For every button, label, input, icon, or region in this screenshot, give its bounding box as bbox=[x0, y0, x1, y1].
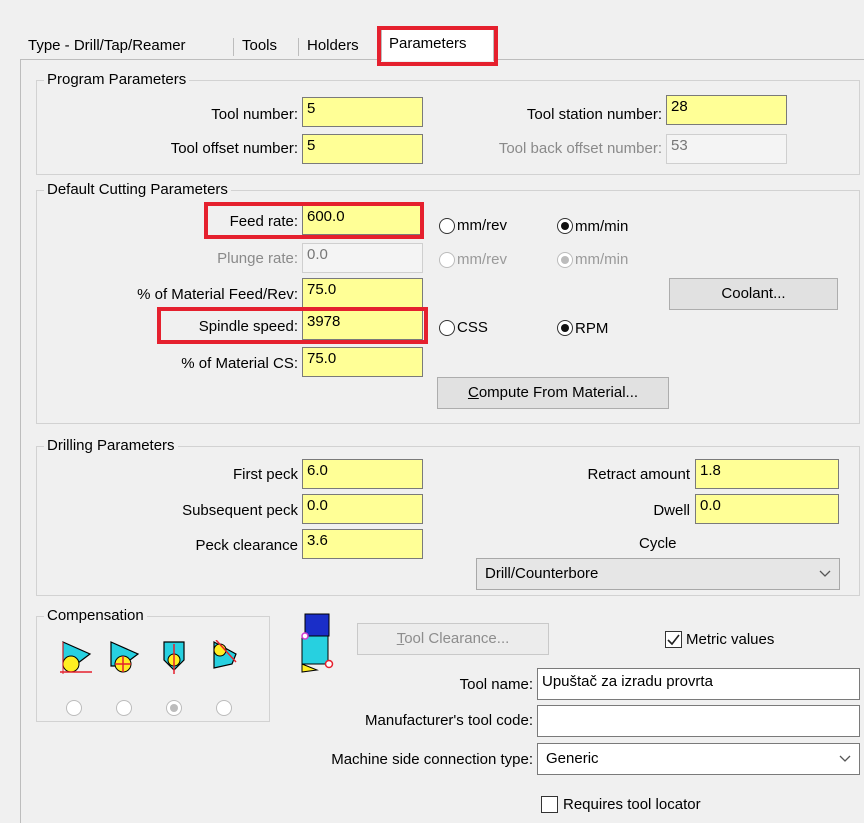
first-peck-label: First peck bbox=[232, 466, 298, 483]
compensation-center-icon bbox=[108, 640, 142, 678]
mmrev-label: mm/rev bbox=[457, 217, 507, 234]
tab-type[interactable]: Type - Drill/Tap/Reamer bbox=[28, 34, 186, 60]
peck-clearance-field[interactable]: 3.6 bbox=[302, 529, 423, 559]
cycle-label: Cycle bbox=[639, 535, 677, 552]
material-cs-field[interactable]: 75.0 bbox=[302, 347, 423, 377]
tool-number-field[interactable]: 5 bbox=[302, 97, 423, 127]
compensation-right-icon bbox=[206, 639, 240, 678]
highlight-spindle-speed bbox=[157, 307, 428, 344]
mmmin-label: mm/min bbox=[575, 218, 629, 235]
tool-preview-icon bbox=[299, 612, 335, 678]
plunge-mmmin-radio bbox=[557, 252, 573, 268]
tool-station-label: Tool station number: bbox=[526, 106, 662, 123]
compensation-right-radio[interactable] bbox=[216, 700, 232, 716]
manufacturer-code-field[interactable] bbox=[537, 705, 860, 737]
left-edge bbox=[20, 59, 21, 823]
subsequent-peck-field[interactable]: 0.0 bbox=[302, 494, 423, 524]
cutting-parameters-title: Default Cutting Parameters bbox=[44, 182, 231, 198]
tool-offset-field[interactable]: 5 bbox=[302, 134, 423, 164]
tool-number-label: Tool number: bbox=[211, 106, 298, 123]
back-offset-label: Tool back offset number: bbox=[498, 140, 662, 157]
retract-amount-label: Retract amount bbox=[587, 466, 690, 483]
back-offset-field: 53 bbox=[666, 134, 787, 164]
cycle-dropdown[interactable]: Drill/Counterbore bbox=[476, 558, 840, 590]
subsequent-peck-label: Subsequent peck bbox=[182, 502, 298, 519]
compensation-left-radio[interactable] bbox=[66, 700, 82, 716]
compensation-title: Compensation bbox=[44, 608, 147, 624]
compute-label: ompute From Material... bbox=[478, 384, 639, 401]
chevron-down-icon bbox=[819, 559, 831, 600]
first-peck-field[interactable]: 6.0 bbox=[302, 459, 423, 489]
mmrev-radio[interactable] bbox=[439, 218, 455, 234]
compensation-left-icon bbox=[60, 640, 94, 678]
tool-station-field[interactable]: 28 bbox=[666, 95, 787, 125]
manufacturer-code-label: Manufacturer's tool code: bbox=[365, 712, 533, 729]
drilling-parameters-title: Drilling Parameters bbox=[44, 438, 178, 454]
plunge-mmrev-radio bbox=[439, 252, 455, 268]
plunge-rate-field: 0.0 bbox=[302, 243, 423, 273]
css-label: CSS bbox=[457, 319, 488, 336]
connection-type-label: Machine side connection type: bbox=[331, 751, 533, 768]
connection-type-value: Generic bbox=[546, 750, 599, 767]
compensation-center-radio[interactable] bbox=[116, 700, 132, 716]
compensation-tip-icon bbox=[158, 640, 192, 678]
plunge-mmmin-label: mm/min bbox=[575, 251, 629, 268]
tool-name-label: Tool name: bbox=[459, 676, 533, 693]
plunge-mmrev-label: mm/rev bbox=[457, 251, 507, 268]
tool-name-field[interactable]: Upuštač za izradu provrta bbox=[537, 668, 860, 700]
requires-locator-label: Requires tool locator bbox=[563, 796, 701, 813]
compute-underline: C bbox=[467, 384, 479, 401]
tool-offset-label: Tool offset number: bbox=[170, 140, 298, 157]
tool-clearance-label: ool Clearance... bbox=[404, 630, 510, 647]
coolant-button[interactable]: Coolant... bbox=[669, 278, 838, 310]
compensation-tip-radio[interactable] bbox=[166, 700, 182, 716]
material-feed-field[interactable]: 75.0 bbox=[302, 278, 423, 308]
chevron-down-icon bbox=[839, 744, 851, 785]
tab-divider bbox=[298, 38, 299, 56]
compute-from-material-button[interactable]: Compute From Material... bbox=[437, 377, 669, 409]
rpm-label: RPM bbox=[575, 320, 609, 337]
metric-values-label: Metric values bbox=[686, 631, 775, 648]
retract-amount-field[interactable]: 1.8 bbox=[695, 459, 839, 489]
css-radio[interactable] bbox=[439, 320, 455, 336]
connection-type-dropdown[interactable]: Generic bbox=[537, 743, 860, 775]
requires-locator-checkbox[interactable] bbox=[541, 796, 558, 813]
material-cs-label: % of Material CS: bbox=[181, 355, 298, 372]
peck-clearance-label: Peck clearance bbox=[195, 537, 298, 554]
tool-clearance-button: Tool Clearance... bbox=[357, 623, 549, 655]
program-parameters-title: Program Parameters bbox=[44, 72, 190, 88]
tab-tools[interactable]: Tools bbox=[242, 34, 277, 60]
material-feed-label: % of Material Feed/Rev: bbox=[137, 286, 298, 303]
tab-holders[interactable]: Holders bbox=[307, 34, 359, 60]
plunge-rate-label: Plunge rate: bbox=[217, 250, 298, 267]
highlight-feed-rate bbox=[204, 202, 424, 239]
highlight-parameters-tab bbox=[377, 26, 498, 66]
cycle-value: Drill/Counterbore bbox=[485, 565, 599, 582]
dwell-label: Dwell bbox=[653, 502, 690, 519]
rpm-radio[interactable] bbox=[557, 320, 573, 336]
metric-values-checkbox[interactable] bbox=[665, 631, 682, 648]
dwell-field[interactable]: 0.0 bbox=[695, 494, 839, 524]
mmmin-radio[interactable] bbox=[557, 218, 573, 234]
tab-divider bbox=[233, 38, 234, 56]
